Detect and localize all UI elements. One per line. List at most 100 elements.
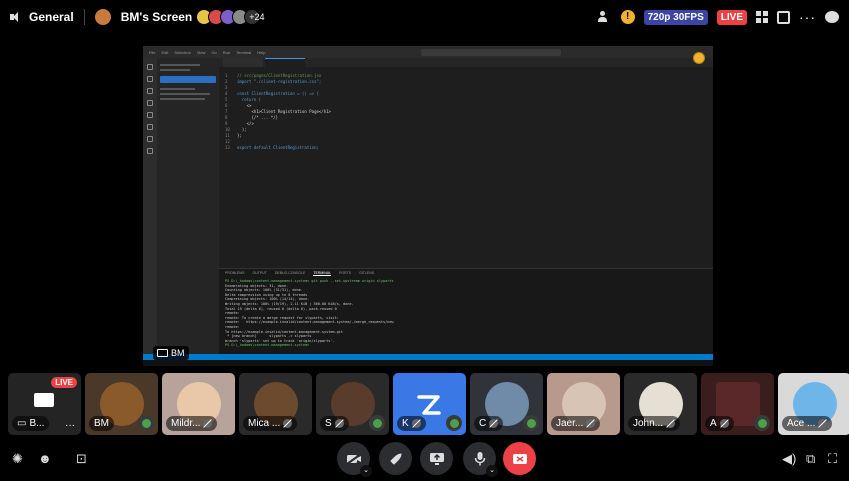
participant-name: Mildr... [171, 418, 201, 429]
soundboard-icon[interactable]: ✺ [12, 451, 23, 467]
menu-item: File [149, 49, 156, 55]
popout-icon[interactable] [777, 10, 790, 24]
code-text: // src/pages/ClientRegistration.jsx [237, 73, 322, 78]
stream-sharer-tag: BM [153, 346, 189, 360]
vscode-search [421, 48, 562, 56]
avatar [693, 52, 705, 64]
camera-button[interactable]: ⌄ [337, 442, 372, 477]
camera-off-icon [345, 452, 362, 465]
terminal-output: PS D:\_hodoms\content-management-system>… [219, 277, 713, 350]
voice-channel[interactable]: General [10, 10, 74, 24]
z-logo-icon [417, 395, 441, 415]
participant-name: John... [633, 418, 664, 429]
avatar [94, 9, 111, 25]
code-text: </> [237, 121, 254, 126]
microphone-icon [474, 452, 485, 466]
share-screen-icon [429, 452, 444, 465]
activities-button[interactable] [379, 442, 412, 475]
participant-label: Mica ... [243, 416, 298, 431]
participant-tile[interactable]: BM [85, 373, 158, 435]
deafened-icon [283, 419, 293, 428]
popout-window-icon[interactable]: ⧉ [806, 451, 815, 467]
code-line: 13 export default ClientRegistration; [225, 145, 713, 151]
stream-quality-badge[interactable]: 720p 30FPS [643, 9, 708, 25]
participant-label: A [705, 416, 734, 431]
code-text: const ClientRegistration = () => { [237, 91, 319, 96]
participant-tile[interactable]: LIVE ▭ B... ··· [8, 373, 81, 435]
participant-name: BM [94, 418, 109, 429]
code-editor: 1// src/pages/ClientRegistration.jsx 2 imp… [219, 58, 713, 268]
disconnect-icon [512, 453, 527, 464]
participant-tile[interactable]: S [316, 373, 389, 435]
editor-tabs [219, 58, 713, 67]
chevron-down-icon[interactable]: ⌄ [360, 465, 372, 477]
terminal-panel: PROBLEMS OUTPUT DEBUG CONSOLE TERMINAL P… [219, 268, 713, 354]
code-text: }; [237, 133, 242, 138]
vscode-titlebar: File Edit Selection View Go Run Terminal… [143, 46, 713, 58]
emoji-icon[interactable]: ☻ [38, 451, 52, 466]
screen-share-stream[interactable]: File Edit Selection View Go Run Terminal… [143, 46, 713, 366]
more-icon[interactable]: ··· [65, 420, 75, 431]
fullscreen-icon[interactable]: ⛶ [828, 451, 837, 467]
deafened-icon [666, 419, 676, 428]
monitor-icon [34, 393, 54, 407]
source-control-sidebar [157, 58, 219, 354]
participant-label: S [320, 416, 349, 431]
disconnect-button[interactable] [503, 442, 536, 475]
participant-name: B... [29, 418, 45, 429]
volume-icon[interactable]: ◀) [782, 451, 796, 467]
grid-layout-icon[interactable] [756, 11, 768, 23]
code-text: ); [237, 127, 247, 132]
activity-icon [754, 415, 770, 431]
participant-tile[interactable]: A [701, 373, 774, 435]
participant-tile[interactable]: Ace ... [778, 373, 849, 435]
add-people-icon[interactable] [597, 11, 612, 23]
panel-tab: GITLENS [359, 271, 375, 275]
participant-tile[interactable]: K [393, 373, 466, 435]
participant-label: Ace ... [782, 416, 833, 431]
deafened-icon [203, 419, 213, 428]
code-text: import "./client-registration.css"; [237, 79, 322, 84]
participant-name: A [710, 418, 717, 429]
participant-tile[interactable]: Mildr... [162, 373, 235, 435]
participant-tile[interactable]: Mica ... [239, 373, 312, 435]
microphone-button[interactable]: ⌄ [463, 442, 498, 477]
call-controls: ✺ ☻ ⊡ ⌄ ⌄ ◀) ⧉ ⛶ [0, 439, 849, 481]
menu-item: Help [257, 49, 266, 55]
warning-icon[interactable]: ! [620, 10, 635, 24]
participant-label: ▭ B... [12, 416, 50, 431]
participant-label: Jaer... [551, 416, 601, 431]
deafened-icon [334, 419, 344, 428]
participant-tile[interactable]: C [470, 373, 543, 435]
participant-label: BM [89, 416, 114, 431]
participant-tile[interactable]: John... [624, 373, 697, 435]
participant-name: Mica ... [248, 418, 281, 429]
deafened-icon [818, 419, 828, 428]
windows-taskbar [143, 360, 713, 366]
panel-tab: OUTPUT [252, 271, 267, 275]
code-text: export default ClientRegistration; [237, 145, 319, 150]
activity-icon [138, 415, 154, 431]
deafened-icon [489, 419, 499, 428]
speaker-icon [10, 11, 24, 23]
code-lines: 1// src/pages/ClientRegistration.jsx 2 imp… [219, 67, 713, 151]
chat-icon[interactable] [825, 11, 839, 23]
chevron-down-icon[interactable]: ⌄ [486, 465, 498, 477]
participant-label: John... [628, 416, 681, 431]
line-number: 13 [225, 145, 230, 150]
viewer-count: +24 [244, 9, 265, 25]
deafened-icon [586, 419, 596, 428]
participant-name: Jaer... [556, 418, 584, 429]
more-icon[interactable]: ··· [799, 9, 816, 25]
divider [83, 9, 85, 25]
activity-launcher-icon[interactable]: ⊡ [76, 451, 87, 467]
terminal-line: PS D:\_hodoms\content-management-system> [225, 343, 312, 348]
participant-tile[interactable]: Jaer... [547, 373, 620, 435]
panel-tab: PORTS [339, 271, 352, 275]
deafened-icon [411, 419, 421, 428]
participant-label: C [474, 416, 504, 431]
share-screen-button[interactable] [420, 442, 453, 475]
sharer-name: BM [171, 348, 185, 358]
menu-item: Go [211, 49, 217, 55]
viewer-avatars[interactable]: +24 [196, 9, 265, 25]
